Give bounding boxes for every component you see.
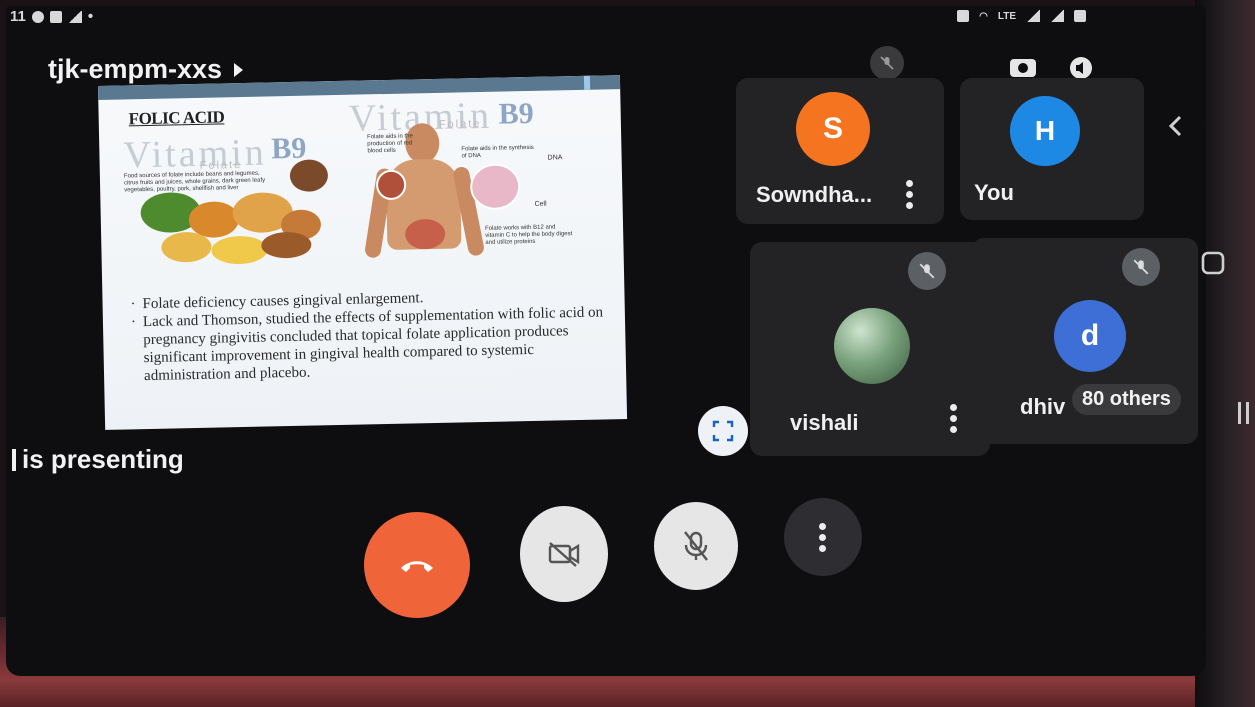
meeting-code: tjk-empm-xxs — [48, 54, 223, 84]
mic-off-icon — [880, 56, 894, 70]
participant-name: vishali — [790, 410, 859, 435]
tablet-screen: 11 • ◠ LTE tjk-empm-xxs FOLIC ACID Vitam… — [6, 6, 1206, 676]
more-options-button[interactable] — [784, 498, 862, 576]
network-type-label: LTE — [997, 10, 1016, 22]
mute-badge — [908, 252, 946, 290]
battery-icon — [1074, 10, 1086, 22]
others-count-badge[interactable]: 80 others — [1072, 384, 1181, 415]
slide-title: FOLIC ACID — [128, 107, 225, 129]
presenting-label: is presenting — [12, 444, 184, 475]
participant-tile-sowndha[interactable]: S Sowndha... — [736, 78, 944, 224]
mute-badge — [1122, 248, 1160, 286]
camera-off-icon — [548, 542, 580, 567]
wifi-icon: ◠ — [979, 10, 988, 22]
participant-tile-you[interactable]: H You — [960, 78, 1144, 220]
speaker-icon — [1070, 57, 1092, 79]
avatar: H — [1010, 96, 1080, 166]
participant-name: Sowndha... — [756, 182, 873, 207]
camera-toggle-button[interactable] — [520, 506, 608, 602]
fullscreen-icon — [712, 420, 734, 442]
recents-button[interactable] — [1236, 400, 1252, 431]
dna-label: DNA — [547, 154, 563, 162]
food-image — [140, 159, 332, 273]
participant-tile-vishali[interactable]: vishali — [750, 242, 990, 456]
signal-strength-2-icon — [1050, 10, 1064, 22]
participant-menu-button[interactable] — [906, 180, 914, 209]
cell-image — [469, 163, 521, 211]
dot-icon: • — [87, 8, 94, 25]
end-call-button[interactable] — [364, 512, 470, 618]
chevron-right-icon — [234, 62, 244, 77]
avatar: d — [1054, 300, 1126, 372]
mic-off-icon — [919, 263, 935, 279]
status-time: 11 — [10, 8, 26, 25]
mic-off-icon — [1133, 259, 1149, 275]
top-tile-mute-badge — [870, 46, 904, 80]
home-square-icon — [1201, 251, 1225, 275]
avatar: S — [796, 92, 870, 166]
more-vert-icon — [819, 522, 827, 552]
back-button[interactable] — [1166, 114, 1184, 143]
whatsapp-icon — [31, 10, 44, 23]
blood-caption: Folate aids in the production of red blo… — [367, 133, 413, 155]
participant-name: You — [974, 180, 1014, 205]
meeting-code-button[interactable]: tjk-empm-xxs — [48, 54, 244, 85]
participant-menu-button[interactable] — [950, 404, 958, 433]
recents-icon — [1238, 402, 1249, 424]
mic-off-icon — [684, 531, 708, 561]
cell-label: Cell — [534, 200, 547, 208]
dna-caption: Folate aids in the synthesis of DNA — [461, 144, 534, 160]
signal-icon — [67, 10, 82, 23]
video-notification-icon — [49, 10, 62, 23]
mic-toggle-button[interactable] — [654, 502, 738, 590]
chevron-left-icon — [1168, 115, 1182, 137]
slide-bullet-list: Folate deficiency causes gingival enlarg… — [130, 285, 606, 385]
alarm-icon — [957, 10, 970, 22]
signal-strength-icon — [1026, 10, 1040, 22]
b9-label-right: B9 — [498, 96, 535, 131]
b12-caption: Folate works with B12 and vitamin C to h… — [485, 224, 573, 246]
home-button[interactable] — [1200, 250, 1226, 281]
status-bar: 11 • ◠ LTE — [6, 6, 1206, 30]
fullscreen-button[interactable] — [698, 406, 748, 456]
slide-bullet: Lack and Thomson, studied the effects of… — [131, 303, 606, 385]
phone-hangup-icon — [401, 561, 433, 572]
avatar-photo — [834, 308, 910, 384]
participant-name: dhiv — [1020, 394, 1066, 419]
shared-slide: FOLIC ACID Vitamin Folate B9 Vitamin Fol… — [98, 75, 628, 430]
switch-camera-icon — [1010, 59, 1036, 77]
